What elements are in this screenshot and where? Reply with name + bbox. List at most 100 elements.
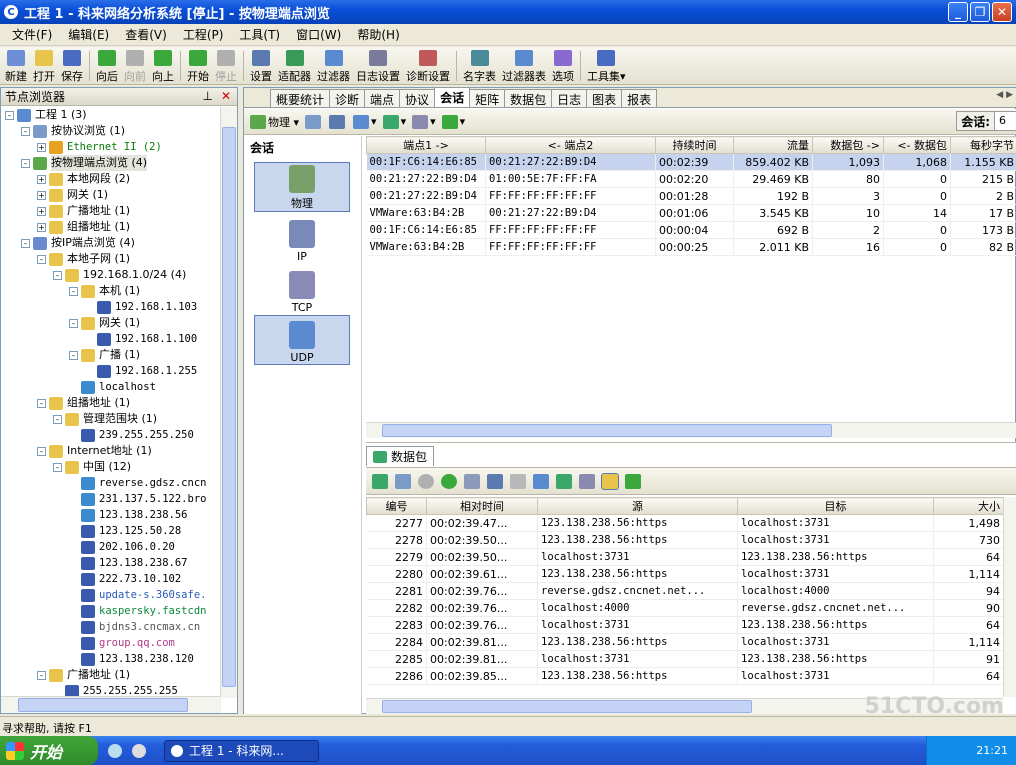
expander-icon[interactable]: - <box>69 286 78 296</box>
expander-icon[interactable]: - <box>21 126 30 136</box>
tree-node[interactable]: + Ethernet II (2) <box>37 139 162 155</box>
menu-item-3[interactable]: 工程(P) <box>175 24 232 45</box>
toolbar-button-14[interactable]: 过滤器表 <box>499 48 549 84</box>
table-row[interactable]: 2277 00:02:39.47... 123.138.238.56:https lo… <box>366 514 1004 532</box>
packet-tab[interactable]: 数据包 <box>366 446 435 466</box>
packet-column-header[interactable]: 编号 <box>366 497 427 515</box>
table-row[interactable]: 2285 00:02:39.81... localhost:3731 123.138.… <box>366 650 1004 668</box>
columns-dropdown-button[interactable]: ▾ <box>412 113 436 131</box>
toolbar-button-16[interactable]: 工具集▾ <box>584 48 629 84</box>
tree-node[interactable]: - 192.168.1.0/24 (4) <box>53 267 186 283</box>
tree-node[interactable]: - 组播地址 (1) <box>37 395 130 411</box>
session-column-header[interactable]: 端点1 -> <box>366 136 486 154</box>
tree-node[interactable]: 192.168.1.255 <box>97 363 197 379</box>
tree-node[interactable]: - 本地子网 (1) <box>37 251 130 267</box>
table-row[interactable]: 2282 00:02:39.76... localhost:4000 reverse.… <box>366 599 1004 617</box>
expander-icon[interactable]: + <box>37 142 46 152</box>
tree-node[interactable]: - 本机 (1) <box>69 283 140 299</box>
tree-node[interactable]: group.qq.com <box>81 635 175 651</box>
table-row[interactable]: 2279 00:02:39.50... localhost:3731 123.138.… <box>366 548 1004 566</box>
tree-node[interactable]: 192.168.1.103 <box>97 299 197 315</box>
expander-icon[interactable]: - <box>21 238 30 248</box>
toolbar-button-10[interactable]: 过滤器 <box>314 48 353 84</box>
session-column-header[interactable]: 数据包 -> <box>812 136 884 154</box>
tree-node[interactable]: 123.138.238.56 <box>81 507 188 523</box>
expander-icon[interactable]: - <box>53 414 62 424</box>
tab-5[interactable]: 矩阵 <box>469 89 506 107</box>
packet-column-header[interactable]: 目标 <box>737 497 934 515</box>
expander-icon[interactable]: - <box>69 350 78 360</box>
expander-icon[interactable]: - <box>5 110 14 120</box>
tree-node[interactable]: - Internet地址 (1) <box>37 443 152 459</box>
session-category-2[interactable]: TCP <box>254 264 350 314</box>
tab-4[interactable]: 会话 <box>434 87 471 107</box>
tree-node[interactable]: - 广播地址 (1) <box>37 667 130 683</box>
expander-icon[interactable]: - <box>37 670 46 680</box>
tree-node[interactable]: 192.168.1.100 <box>97 331 197 347</box>
tree-view-button[interactable] <box>305 113 323 131</box>
tree-node[interactable]: 123.125.50.28 <box>81 523 181 539</box>
tree-node[interactable]: 123.138.238.120 <box>81 651 194 667</box>
tree-node[interactable]: bjdns3.cncmax.cn <box>81 619 200 635</box>
taskbar-window-button[interactable]: 工程 1 - 科来网... <box>164 739 319 762</box>
session-category-0[interactable]: 物理 <box>254 162 350 212</box>
tree-node[interactable]: 239.255.255.250 <box>81 427 194 443</box>
next-icon[interactable] <box>441 473 457 489</box>
toolbar-button-15[interactable]: 选项 <box>549 48 577 84</box>
session-column-header[interactable]: 每秒字节 <box>950 136 1016 154</box>
menu-item-4[interactable]: 工具(T) <box>231 24 288 45</box>
tree-node[interactable]: - 中国 (12) <box>53 459 131 475</box>
tree-node[interactable]: 222.73.10.102 <box>81 571 181 587</box>
copy-icon[interactable] <box>510 473 526 489</box>
toolbar-button-13[interactable]: 名字表 <box>460 48 499 84</box>
decode-icon[interactable] <box>464 473 480 489</box>
table-row[interactable]: 00:21:27:22:B9:D4 01:00:5E:7F:FF:FA 00:02:… <box>366 170 1016 188</box>
tree-node[interactable]: kaspersky.fastcdn <box>81 603 206 619</box>
tree-horizontal-scrollbar[interactable] <box>1 696 221 713</box>
table-row[interactable]: 2283 00:02:39.76... localhost:3731 123.138.… <box>366 616 1004 634</box>
expander-icon[interactable]: + <box>37 222 46 232</box>
table-row[interactable]: 2281 00:02:39.76... reverse.gdsz.cncnet.ne… <box>366 582 1004 600</box>
table-row[interactable]: 00:1F:C6:14:E6:85 00:21:27:22:B9:D4 00:02:… <box>366 153 1016 171</box>
session-column-header[interactable]: <- 数据包 <box>883 136 951 154</box>
tree-node[interactable]: localhost <box>81 379 156 395</box>
packet-export-icon[interactable] <box>372 473 388 489</box>
table-row[interactable]: 2280 00:02:39.61... 123.138.238.56:https lo… <box>366 565 1004 583</box>
table-row[interactable]: 2284 00:02:39.81... 123.138.238.56:https lo… <box>366 633 1004 651</box>
physical-dropdown[interactable]: 物理 ▾ <box>250 113 299 131</box>
toolbar-button-12[interactable]: 诊断设置 <box>403 48 453 84</box>
tree-node[interactable]: - 按IP端点浏览 (4) <box>21 235 135 251</box>
refresh-dropdown-button[interactable]: ▾ <box>441 113 465 131</box>
tab-0[interactable]: 概要统计 <box>270 89 331 107</box>
session-column-header[interactable]: 流量 <box>733 136 813 154</box>
packet-column-header[interactable]: 源 <box>537 497 738 515</box>
session-category-1[interactable]: IP <box>254 213 350 263</box>
tab-8[interactable]: 图表 <box>586 89 623 107</box>
toolbar-button-6[interactable]: 开始 <box>184 48 212 84</box>
expander-icon[interactable]: - <box>37 398 46 408</box>
restore-button[interactable]: ❐ <box>970 2 990 22</box>
close-pane-icon[interactable]: ✕ <box>221 89 231 103</box>
pin-icon[interactable]: ⊥ <box>203 89 213 103</box>
desktop-quicklaunch-icon[interactable] <box>132 743 146 758</box>
tree-node[interactable]: - 工程 1 (3) <box>5 107 87 123</box>
toolbar-button-4[interactable]: 向前 <box>121 48 149 84</box>
menu-item-6[interactable]: 帮助(H) <box>349 24 407 45</box>
ie-quicklaunch-icon[interactable] <box>108 743 122 758</box>
tab-2[interactable]: 端点 <box>364 89 401 107</box>
menu-item-5[interactable]: 窗口(W) <box>288 24 349 45</box>
export-dropdown-button[interactable]: ▾ <box>382 113 406 131</box>
toolbar-button-5[interactable]: 向上 <box>149 48 177 84</box>
tree-vertical-scrollbar[interactable] <box>220 107 237 698</box>
previous-icon[interactable] <box>418 473 434 489</box>
tree-node[interactable]: + 网关 (1) <box>37 187 108 203</box>
expander-icon[interactable]: - <box>21 158 30 168</box>
toolbar-button-0[interactable]: 新建 <box>2 48 30 84</box>
packet-columns-icon[interactable] <box>579 473 595 489</box>
filter-dropdown-button[interactable]: ▾ <box>353 113 377 131</box>
expander-icon[interactable]: - <box>37 254 46 264</box>
tree-node[interactable]: 231.137.5.122.bro <box>81 491 206 507</box>
session-horizontal-scrollbar[interactable] <box>366 422 1016 438</box>
toolbar-button-8[interactable]: 设置 <box>247 48 275 84</box>
minimize-button[interactable]: _ <box>948 2 968 22</box>
